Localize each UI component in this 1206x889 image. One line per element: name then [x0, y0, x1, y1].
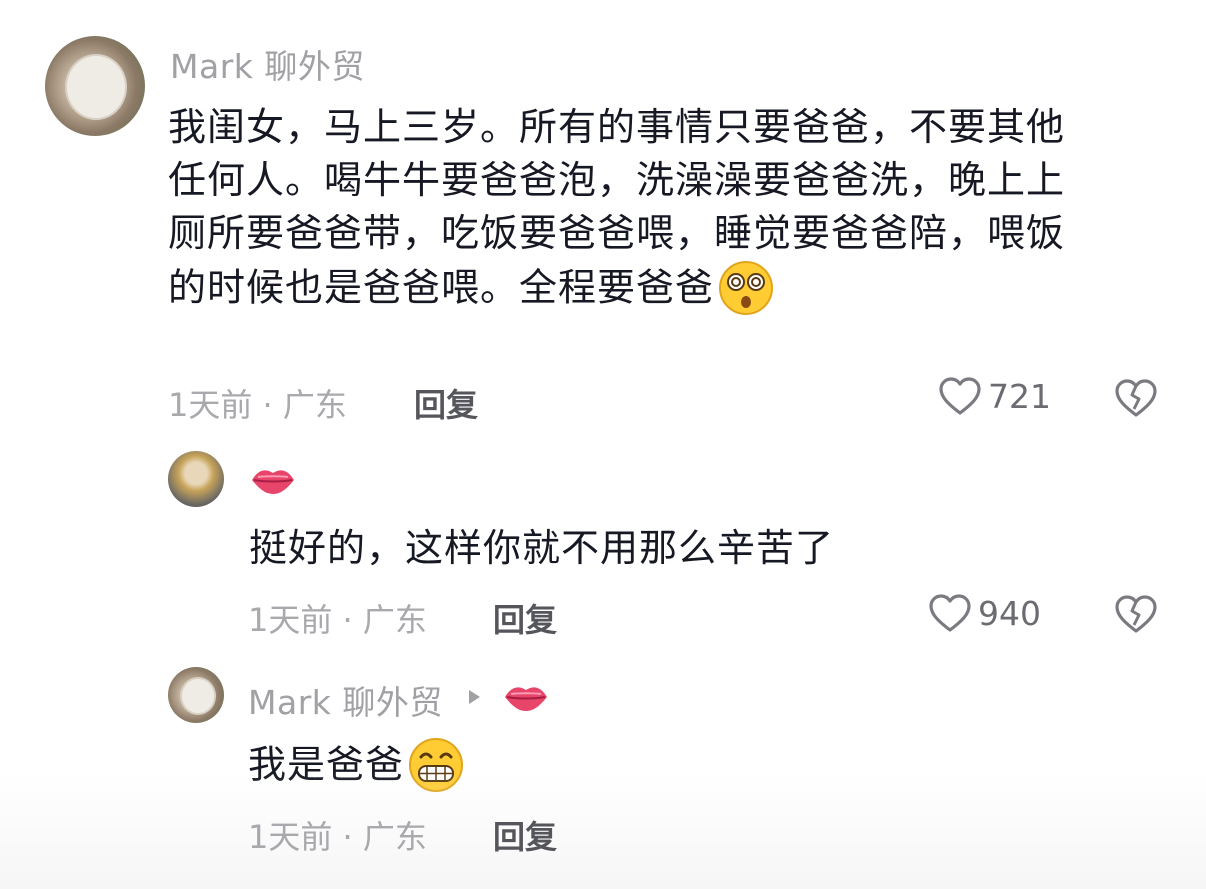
- reply-avatar[interactable]: [168, 451, 224, 507]
- like-button[interactable]: 721: [938, 376, 1051, 416]
- reply-meta: 1天前 · 广东: [248, 601, 427, 639]
- avatar[interactable]: [45, 36, 145, 136]
- bottom-fade-overlay: [0, 770, 1206, 889]
- broken-heart-icon: [1115, 595, 1157, 633]
- comment-meta: 1天前 · 广东: [168, 386, 347, 424]
- reply-meta: 1天前 · 广东: [248, 818, 427, 856]
- reply-button[interactable]: 回复: [414, 380, 478, 426]
- like-count: 721: [988, 376, 1051, 416]
- heart-icon: [939, 377, 981, 415]
- like-count: 940: [978, 593, 1041, 633]
- reply-arrow-icon: [466, 688, 482, 710]
- like-button[interactable]: 940: [928, 593, 1041, 633]
- heart-icon: [929, 594, 971, 632]
- dizzy-face-emoji: [714, 260, 774, 320]
- reply-username[interactable]: Mark 聊外贸: [248, 676, 443, 724]
- comment-username[interactable]: Mark 聊外贸: [170, 40, 365, 88]
- reply-button[interactable]: 回复: [493, 595, 557, 641]
- lips-emoji: [503, 681, 549, 717]
- dislike-button[interactable]: [1114, 594, 1158, 638]
- reply-text: 挺好的，这样你就不用那么辛苦了: [249, 526, 835, 570]
- reply-button[interactable]: 回复: [493, 812, 557, 858]
- reply-avatar[interactable]: [168, 667, 224, 723]
- broken-heart-icon: [1115, 379, 1157, 417]
- lips-emoji: [250, 464, 296, 500]
- dislike-button[interactable]: [1114, 378, 1158, 422]
- comment-text: 我闺女，马上三岁。所有的事情只要爸爸，不要其他 任何人。喝牛牛要爸爸泡，洗澡澡要…: [168, 101, 1168, 320]
